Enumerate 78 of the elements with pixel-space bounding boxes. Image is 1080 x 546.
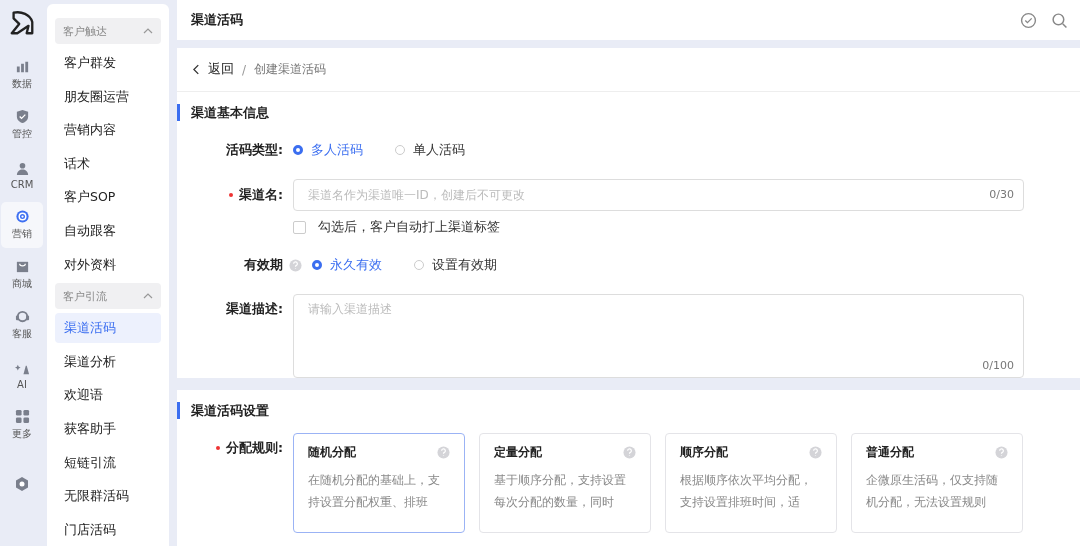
nav-rail-item[interactable]: CRM [1, 152, 43, 198]
field-label: 渠道描述: [225, 300, 283, 318]
sidebar-item[interactable]: 短链引流 [55, 447, 161, 478]
sidebar-item[interactable]: 获客助手 [55, 413, 161, 444]
nav-rail-item[interactable]: 管控 [1, 102, 43, 148]
section-title: 渠道基本信息 [177, 104, 1080, 121]
sidebar-item[interactable]: 对外资料 [55, 249, 161, 280]
nav-rail-item[interactable]: 客服 [1, 302, 43, 348]
card-description: 基于顺序分配，支持设置每次分配的数量，同时 [494, 472, 626, 511]
headset-icon [14, 309, 30, 324]
radio-option[interactable]: 多人活码 [293, 141, 363, 159]
card-description: 在随机分配的基础上，支持设置分配权重、排班 [308, 472, 440, 511]
radio-option[interactable]: 设置有效期 [414, 256, 497, 274]
nav-rail-item[interactable]: 更多 [1, 402, 43, 448]
check-circle-icon[interactable] [1020, 11, 1037, 29]
sidebar-item[interactable]: 欢迎语 [55, 380, 161, 411]
settings-icon[interactable] [14, 476, 30, 492]
target-icon [14, 209, 30, 224]
section-title: 渠道活码设置 [177, 402, 1080, 419]
radio-option[interactable]: 单人活码 [395, 141, 465, 159]
person-icon [14, 160, 30, 176]
breadcrumb-separator: / [242, 62, 247, 77]
field-label: 分配规则: [177, 433, 283, 463]
bag-icon [14, 259, 30, 274]
checkbox-option[interactable]: 勾选后，客户自动打上渠道标签 [293, 219, 500, 236]
shield-icon [14, 109, 30, 124]
help-icon[interactable] [809, 446, 822, 459]
card-title: 定量分配 [494, 444, 542, 461]
sidebar-item[interactable]: 渠道分析 [55, 346, 161, 377]
nav-rail-item[interactable]: AI [1, 352, 43, 398]
rule-option-card[interactable]: 普通分配 企微原生活码，仅支持随机分配，无法设置规则 [851, 433, 1023, 533]
card-description: 企微原生活码，仅支持随机分配，无法设置规则 [866, 472, 998, 511]
sidebar-item[interactable]: 朋友圈运营 [55, 81, 161, 112]
nav-rail-label: 营销 [12, 227, 32, 241]
sidebar-item[interactable]: 渠道活码 [55, 313, 161, 344]
field-label: 有效期 [243, 256, 283, 274]
nav-rail-label: CRM [10, 178, 34, 190]
rule-option-card[interactable]: 随机分配 在随机分配的基础上，支持设置分配权重、排班 [293, 433, 465, 533]
help-icon[interactable] [995, 446, 1008, 459]
radio-option[interactable]: 永久有效 [312, 256, 382, 274]
nav-rail-label: 管控 [12, 127, 32, 141]
sidebar-item[interactable]: 自动跟客 [55, 215, 161, 246]
field-label: 渠道名: [177, 180, 283, 210]
breadcrumb-current: 创建渠道活码 [254, 61, 327, 78]
help-icon[interactable] [437, 446, 450, 459]
nav-rail-label: 客服 [12, 327, 32, 341]
page-title: 渠道活码 [191, 11, 243, 29]
back-link[interactable]: 返回 [193, 61, 234, 78]
nav-rail-label: 商城 [12, 277, 32, 291]
chevron-left-icon [193, 64, 200, 75]
sidebar-item[interactable]: 门店活码 [55, 514, 161, 545]
rule-option-card[interactable]: 顺序分配 根据顺序依次平均分配，支持设置排班时间，适 [665, 433, 837, 533]
sidebar-item[interactable]: 无限群活码 [55, 481, 161, 512]
bar-chart-icon [14, 59, 30, 74]
card-title: 普通分配 [866, 444, 914, 461]
field-label: 活码类型: [225, 141, 283, 159]
nav-rail-item[interactable]: 营销 [1, 202, 43, 248]
chevron-icon [143, 293, 153, 300]
nav-rail-item[interactable]: 商城 [1, 252, 43, 298]
nav-rail-label: 数据 [12, 77, 32, 91]
grid-icon [14, 409, 30, 424]
help-icon[interactable] [289, 258, 302, 272]
sidebar-item[interactable]: 营销内容 [55, 115, 161, 146]
card-title: 随机分配 [308, 444, 356, 461]
nav-rail-label: AI [17, 378, 27, 390]
card-description: 根据顺序依次平均分配，支持设置排班时间，适 [680, 472, 812, 511]
rule-option-card[interactable]: 定量分配 基于顺序分配，支持设置每次分配的数量，同时 [479, 433, 651, 533]
character-count: 0/30 [989, 188, 1014, 201]
sidebar-item[interactable]: 客户群发 [55, 48, 161, 78]
help-icon[interactable] [623, 446, 636, 459]
sidebar-item[interactable]: 客户SOP [55, 182, 161, 213]
character-count: 0/100 [982, 359, 1014, 372]
card-title: 顺序分配 [680, 444, 728, 461]
sidebar-item[interactable]: 话术 [55, 148, 161, 179]
chevron-icon [143, 28, 153, 34]
search-icon[interactable] [1051, 11, 1068, 29]
nav-rail-item[interactable]: 数据 [1, 52, 43, 98]
nav-rail-label: 更多 [12, 427, 32, 441]
